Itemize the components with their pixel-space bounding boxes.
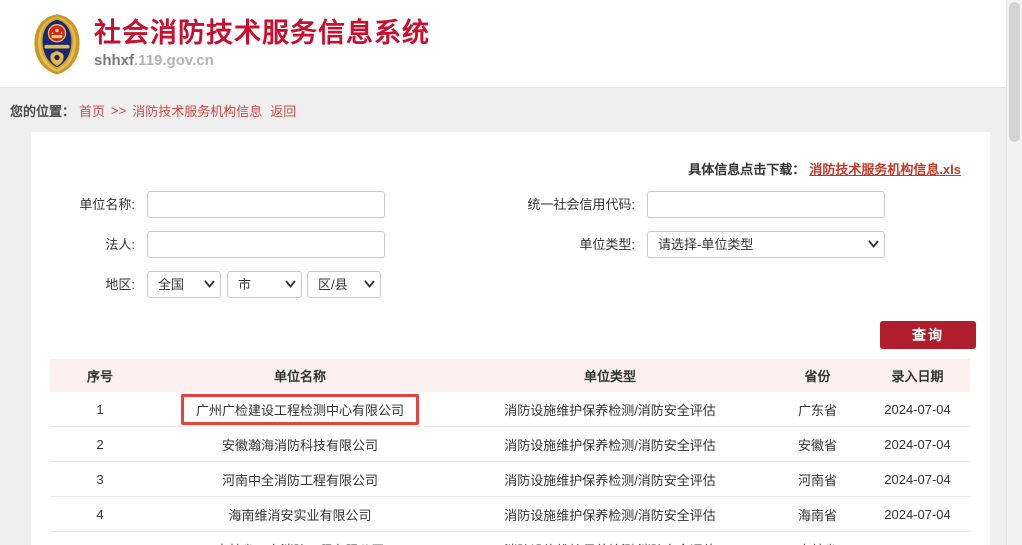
cell-no: 5	[50, 542, 150, 545]
company-name: 广州广检建设工程检测中心有限公司	[196, 403, 404, 418]
region-district-select[interactable]: 区/县	[307, 271, 381, 298]
fire-service-emblem-icon	[30, 11, 84, 77]
breadcrumb-label: 您的位置：	[10, 101, 75, 120]
cell-date: 2024-07-04	[865, 542, 970, 545]
table-row: 5 吉林省卫安消防工程有限公司 消防设施维护保养检测/消防安全评估 吉林省 20…	[50, 532, 970, 545]
cell-name: 安徽瀚海消防科技有限公司	[150, 435, 450, 454]
table-row: 3 河南中全消防工程有限公司 消防设施维护保养检测/消防安全评估 河南省 202…	[50, 462, 970, 497]
unit-type-label: 单位类型:	[461, 231, 635, 258]
cell-date: 2024-07-04	[865, 437, 970, 452]
cell-date: 2024-07-04	[865, 472, 970, 487]
cell-no: 1	[50, 402, 150, 417]
site-title: 社会消防技术服务信息系统	[94, 18, 430, 49]
scrollbar[interactable]	[1006, 0, 1022, 545]
legal-person-input[interactable]	[147, 231, 385, 258]
credit-code-input[interactable]	[647, 191, 885, 218]
table-row: 1 广州广检建设工程检测中心有限公司 消防设施维护保养检测/消防安全评估 广东省…	[50, 392, 970, 427]
breadcrumb-separator: >>	[111, 103, 126, 118]
cell-date: 2024-07-04	[865, 402, 970, 417]
region-label: 地区:	[31, 271, 135, 298]
scrollbar-thumb[interactable]	[1009, 2, 1020, 142]
main-panel: 具体信息点击下载：消防技术服务机构信息.xls 单位名称: 统一社会信用代码: …	[31, 132, 990, 545]
cell-no: 2	[50, 437, 150, 452]
cell-province: 河南省	[770, 470, 865, 489]
cell-no: 3	[50, 472, 150, 487]
download-line: 具体信息点击下载： 消防技术服务机构信息.xls	[688, 159, 961, 178]
result-table: 序号 单位名称 单位类型 省份 录入日期 1 广州广检建设工程检测中心有限公司 …	[50, 359, 970, 545]
site-url: shhxf.119.gov.cn	[94, 52, 430, 69]
region-city-select[interactable]: 市	[227, 271, 302, 298]
table-header-row: 序号 单位名称 单位类型 省份 录入日期	[50, 359, 970, 392]
cell-date: 2024-07-04	[865, 507, 970, 522]
cell-province: 广东省	[770, 400, 865, 419]
cell-no: 4	[50, 507, 150, 522]
region-province-select[interactable]: 全国	[147, 271, 221, 298]
col-header-type: 单位类型	[450, 366, 770, 385]
site-header: 社会消防技术服务信息系统 shhxf.119.gov.cn	[0, 0, 1022, 88]
col-header-date: 录入日期	[865, 366, 970, 385]
cell-name: 广州广检建设工程检测中心有限公司	[150, 394, 450, 425]
col-header-province: 省份	[770, 366, 865, 385]
cell-province: 海南省	[770, 505, 865, 524]
unit-name-input[interactable]	[147, 191, 385, 218]
col-header-no: 序号	[50, 366, 150, 385]
download-label: 具体信息点击下载：	[688, 162, 805, 177]
legal-person-label: 法人:	[31, 231, 135, 258]
breadcrumb-home-link[interactable]: 首页	[79, 101, 105, 120]
cell-type: 消防设施维护保养检测/消防安全评估	[450, 400, 770, 419]
back-link[interactable]: 返回	[270, 101, 296, 120]
unit-type-select[interactable]: 请选择-单位类型	[647, 231, 885, 258]
cell-name: 海南维消安实业有限公司	[150, 505, 450, 524]
cell-province: 吉林省	[770, 540, 865, 545]
table-row: 2 安徽瀚海消防科技有限公司 消防设施维护保养检测/消防安全评估 安徽省 202…	[50, 427, 970, 462]
cell-province: 安徽省	[770, 435, 865, 454]
query-button[interactable]: 查询	[880, 321, 976, 349]
cell-name: 河南中全消防工程有限公司	[150, 470, 450, 489]
cell-type: 消防设施维护保养检测/消防安全评估	[450, 435, 770, 454]
breadcrumb-current-link[interactable]: 消防技术服务机构信息	[132, 101, 262, 120]
cell-name: 吉林省卫安消防工程有限公司	[150, 540, 450, 545]
cell-type: 消防设施维护保养检测/消防安全评估	[450, 470, 770, 489]
download-xls-link[interactable]: 消防技术服务机构信息.xls	[809, 162, 961, 177]
cell-type: 消防设施维护保养检测/消防安全评估	[450, 505, 770, 524]
unit-name-label: 单位名称:	[31, 191, 135, 218]
credit-code-label: 统一社会信用代码:	[461, 191, 635, 218]
breadcrumb: 您的位置： 首页 >> 消防技术服务机构信息 返回	[0, 88, 1022, 132]
cell-type: 消防设施维护保养检测/消防安全评估	[450, 540, 770, 545]
col-header-name: 单位名称	[150, 366, 450, 385]
table-row: 4 海南维消安实业有限公司 消防设施维护保养检测/消防安全评估 海南省 2024…	[50, 497, 970, 532]
highlight-box: 广州广检建设工程检测中心有限公司	[181, 394, 419, 425]
